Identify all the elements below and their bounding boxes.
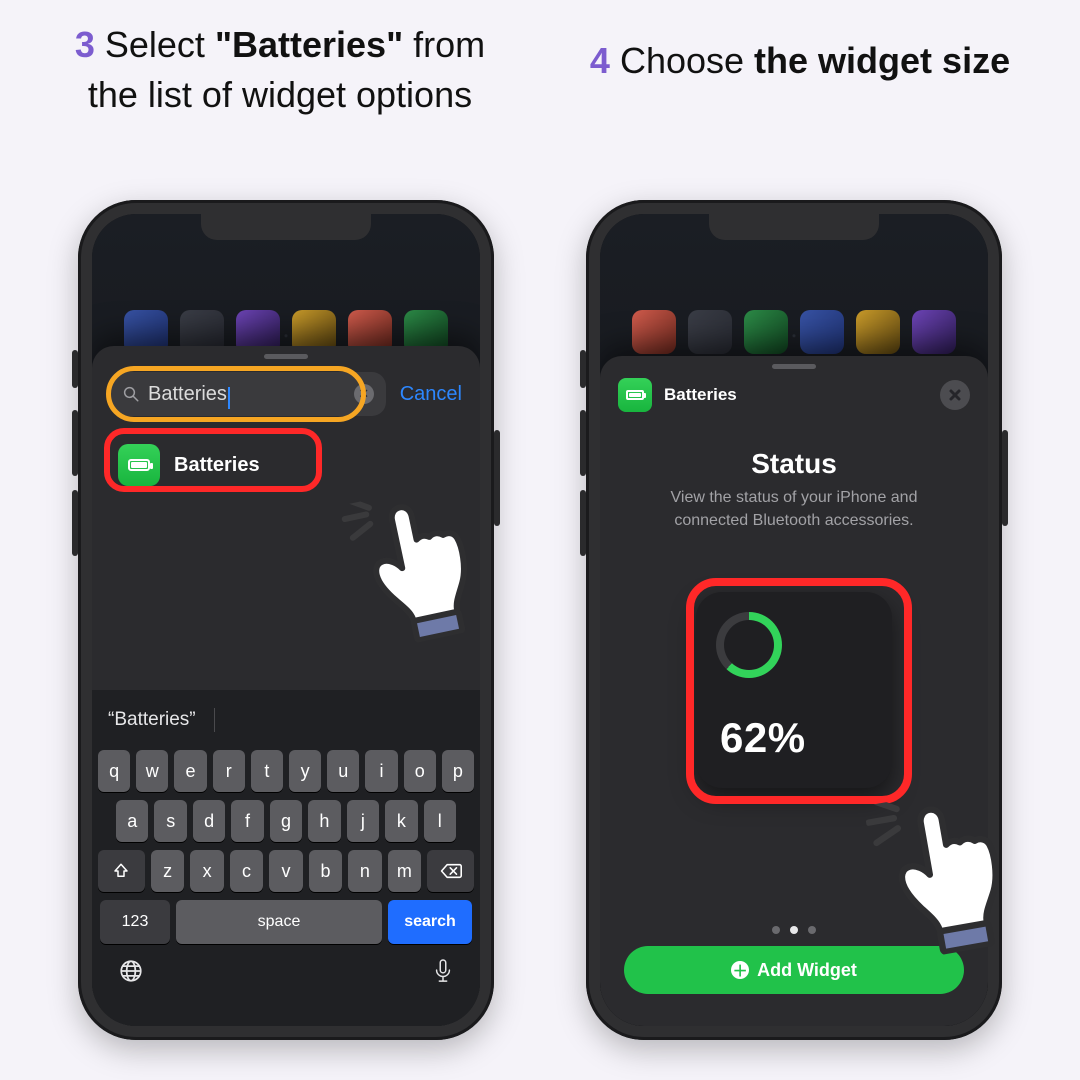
key-a[interactable]: a — [116, 800, 148, 842]
result-label: Batteries — [174, 454, 260, 477]
key-n[interactable]: n — [348, 850, 381, 892]
key-shift[interactable] — [98, 850, 145, 892]
key-j[interactable]: j — [347, 800, 379, 842]
key-search[interactable]: search — [388, 900, 472, 944]
widget-description: View the status of your iPhone and conne… — [640, 486, 948, 532]
onscreen-keyboard[interactable]: “Batteries” q w e r t y u i o p a — [92, 690, 480, 1026]
key-c[interactable]: c — [230, 850, 263, 892]
key-y[interactable]: y — [289, 750, 321, 792]
step-number: 4 — [590, 40, 610, 81]
plus-icon: ＋ — [731, 961, 749, 979]
key-u[interactable]: u — [327, 750, 359, 792]
key-d[interactable]: d — [193, 800, 225, 842]
widget-size-small[interactable]: 62% — [696, 592, 892, 788]
batteries-app-icon — [618, 378, 652, 412]
step3-caption: 3 Select "Batteries" from the list of wi… — [60, 20, 500, 121]
key-g[interactable]: g — [270, 800, 302, 842]
key-t[interactable]: t — [251, 750, 283, 792]
key-h[interactable]: h — [308, 800, 340, 842]
key-space[interactable]: space — [176, 900, 382, 944]
key-z[interactable]: z — [151, 850, 184, 892]
text-cursor — [228, 387, 230, 409]
key-s[interactable]: s — [154, 800, 186, 842]
tap-indicator — [863, 780, 1039, 964]
phone-outline-icon — [742, 633, 756, 657]
key-x[interactable]: x — [190, 850, 223, 892]
key-f[interactable]: f — [231, 800, 263, 842]
key-r[interactable]: r — [213, 750, 245, 792]
search-icon — [122, 385, 140, 403]
dot — [772, 926, 780, 934]
cancel-button[interactable]: Cancel — [400, 383, 462, 406]
search-result-batteries[interactable]: Batteries — [110, 436, 274, 494]
battery-percent: 62% — [720, 714, 806, 762]
notch — [709, 214, 879, 240]
step4-caption: 4 Choose the widget size — [570, 36, 1030, 86]
key-k[interactable]: k — [385, 800, 417, 842]
key-backspace[interactable] — [427, 850, 474, 892]
key-e[interactable]: e — [174, 750, 206, 792]
key-o[interactable]: o — [404, 750, 436, 792]
key-i[interactable]: i — [365, 750, 397, 792]
key-l[interactable]: l — [424, 800, 456, 842]
close-button[interactable] — [940, 380, 970, 410]
key-row-1: q w e r t y u i o p — [98, 750, 474, 792]
globe-icon[interactable] — [118, 958, 144, 990]
widget-search-sheet: Batteries ✕ Cancel Batteries “Batteries”… — [92, 346, 480, 1026]
notch — [201, 214, 371, 240]
dot — [808, 926, 816, 934]
keyboard-suggestion[interactable]: “Batteries” — [108, 709, 196, 731]
clear-search-button[interactable]: ✕ — [354, 384, 374, 404]
batteries-app-icon — [118, 444, 160, 486]
add-widget-label: Add Widget — [757, 960, 857, 981]
key-q[interactable]: q — [98, 750, 130, 792]
key-row-2: a s d f g h j k l — [98, 800, 474, 842]
sheet-title: Batteries — [664, 385, 737, 405]
key-w[interactable]: w — [136, 750, 168, 792]
key-b[interactable]: b — [309, 850, 342, 892]
widget-title: Status — [600, 448, 988, 480]
key-v[interactable]: v — [269, 850, 302, 892]
mic-icon[interactable] — [432, 958, 454, 990]
search-input[interactable]: Batteries ✕ — [110, 372, 386, 416]
key-m[interactable]: m — [388, 850, 421, 892]
key-123[interactable]: 123 — [100, 900, 170, 944]
search-value: Batteries — [148, 383, 227, 406]
sheet-grabber[interactable] — [264, 354, 308, 359]
key-p[interactable]: p — [442, 750, 474, 792]
step-number: 3 — [75, 24, 95, 65]
dot-active — [790, 926, 798, 934]
sheet-grabber[interactable] — [772, 364, 816, 369]
key-row-3: z x c v b n m — [98, 850, 474, 892]
battery-ring-icon — [716, 612, 782, 678]
